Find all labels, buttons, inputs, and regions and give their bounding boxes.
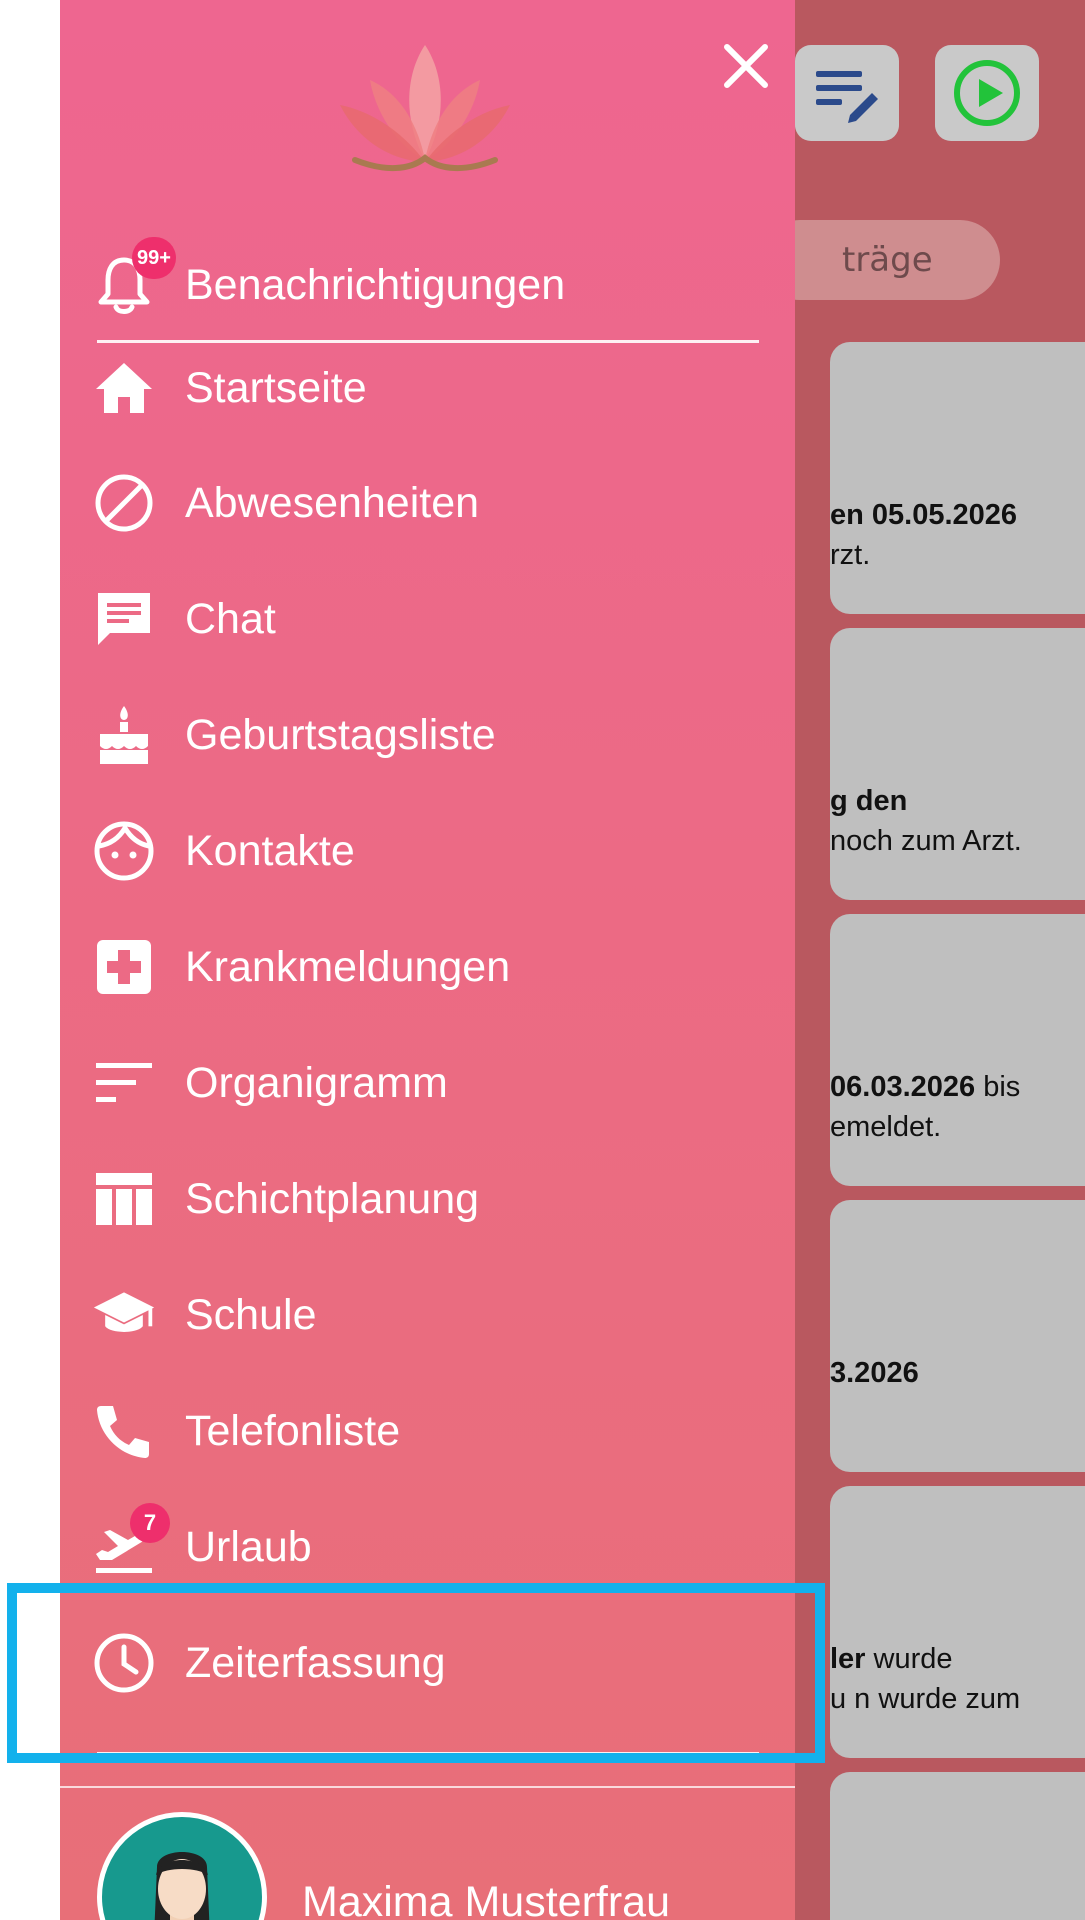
menu-label-krankmeldungen: Krankmeldungen bbox=[185, 942, 511, 991]
home-icon bbox=[92, 356, 156, 420]
menu-item-organigramm[interactable]: Organigramm bbox=[60, 1033, 795, 1133]
notification-badge: 99+ bbox=[132, 237, 176, 279]
menu-label-kontakte: Kontakte bbox=[185, 826, 355, 875]
selection-highlight bbox=[7, 1583, 825, 1763]
menu-label-startseite: Startseite bbox=[185, 363, 367, 412]
card-line1-rest: wurde bbox=[865, 1643, 953, 1675]
menu-item-telefonliste[interactable]: Telefonliste bbox=[60, 1381, 795, 1481]
card-line1-bold: ler bbox=[830, 1643, 866, 1675]
lotus-logo bbox=[335, 40, 515, 180]
chat-icon bbox=[92, 587, 156, 651]
menu-item-kontakte[interactable]: Kontakte bbox=[60, 801, 795, 901]
list-card[interactable]: 06.03.2026 bis emeldet. bbox=[830, 914, 1085, 1186]
filter-chip[interactable]: träge bbox=[760, 220, 1000, 300]
graduation-cap-icon bbox=[92, 1283, 156, 1347]
card-line2: u n wurde zum bbox=[830, 1683, 1021, 1715]
cake-icon bbox=[92, 703, 156, 767]
menu-item-startseite[interactable]: Startseite bbox=[60, 338, 795, 438]
card-line1-rest: bis bbox=[975, 1071, 1021, 1103]
vacation-badge: 7 bbox=[130, 1503, 170, 1543]
list-card[interactable]: ler wurde u n wurde zum bbox=[830, 1486, 1085, 1758]
card-line2: rzt. bbox=[830, 539, 871, 571]
screen: träge en 05.05.2026 rzt. g den noch zum … bbox=[0, 0, 1085, 1920]
close-icon bbox=[724, 44, 768, 88]
list-edit-icon bbox=[816, 71, 878, 123]
divider bbox=[60, 1786, 795, 1788]
avatar[interactable] bbox=[97, 1812, 267, 1920]
list-card[interactable] bbox=[830, 1772, 1085, 1920]
menu-label-schule: Schule bbox=[185, 1290, 317, 1339]
menu-item-schule[interactable]: Schule bbox=[60, 1265, 795, 1365]
list-card[interactable]: 3.2026 bbox=[830, 1200, 1085, 1472]
card-line2: noch zum Arzt. bbox=[830, 825, 1022, 857]
list-card[interactable]: en 05.05.2026 rzt. bbox=[830, 342, 1085, 614]
filter-chip-label: träge bbox=[842, 240, 933, 280]
menu-label-benachrichtigungen: Benachrichtigungen bbox=[185, 260, 566, 309]
medical-cross-icon bbox=[92, 935, 156, 999]
sort-lines-icon bbox=[92, 1051, 156, 1115]
play-button[interactable] bbox=[935, 45, 1039, 141]
menu-label-telefonliste: Telefonliste bbox=[185, 1406, 401, 1455]
block-icon bbox=[92, 471, 156, 535]
menu-item-abwesenheiten[interactable]: Abwesenheiten bbox=[60, 453, 795, 553]
menu-item-benachrichtigungen[interactable]: 99+ Benachrichtigungen bbox=[60, 235, 795, 335]
card-line1-bold: 06.03.2026 bbox=[830, 1071, 976, 1103]
phone-icon bbox=[92, 1399, 156, 1463]
play-circle-icon bbox=[954, 60, 1020, 126]
card-line1-bold: en 05.05.2026 bbox=[830, 499, 1018, 531]
menu-item-geburtstagsliste[interactable]: Geburtstagsliste bbox=[60, 685, 795, 785]
close-button[interactable] bbox=[700, 20, 792, 112]
menu-label-schichtplanung: Schichtplanung bbox=[185, 1174, 480, 1223]
menu-label-chat: Chat bbox=[185, 594, 276, 643]
list-edit-button[interactable] bbox=[795, 45, 899, 141]
menu-item-krankmeldungen[interactable]: Krankmeldungen bbox=[60, 917, 795, 1017]
card-line1-bold: g den bbox=[830, 785, 908, 817]
table-icon bbox=[92, 1167, 156, 1231]
menu-label-abwesenheiten: Abwesenheiten bbox=[185, 478, 480, 527]
profile-name[interactable]: Maxima Musterfrau bbox=[302, 1878, 670, 1920]
face-icon bbox=[92, 819, 156, 883]
card-line2: emeldet. bbox=[830, 1111, 942, 1143]
menu-item-schichtplanung[interactable]: Schichtplanung bbox=[60, 1149, 795, 1249]
menu-item-chat[interactable]: Chat bbox=[60, 569, 795, 669]
card-line1-bold: 3.2026 bbox=[830, 1357, 919, 1389]
menu-item-urlaub[interactable]: 7 Urlaub bbox=[60, 1497, 795, 1597]
menu-label-geburtstagsliste: Geburtstagsliste bbox=[185, 710, 496, 759]
list-card[interactable]: g den noch zum Arzt. bbox=[830, 628, 1085, 900]
menu-label-urlaub: Urlaub bbox=[185, 1522, 312, 1571]
menu-label-organigramm: Organigramm bbox=[185, 1058, 448, 1107]
